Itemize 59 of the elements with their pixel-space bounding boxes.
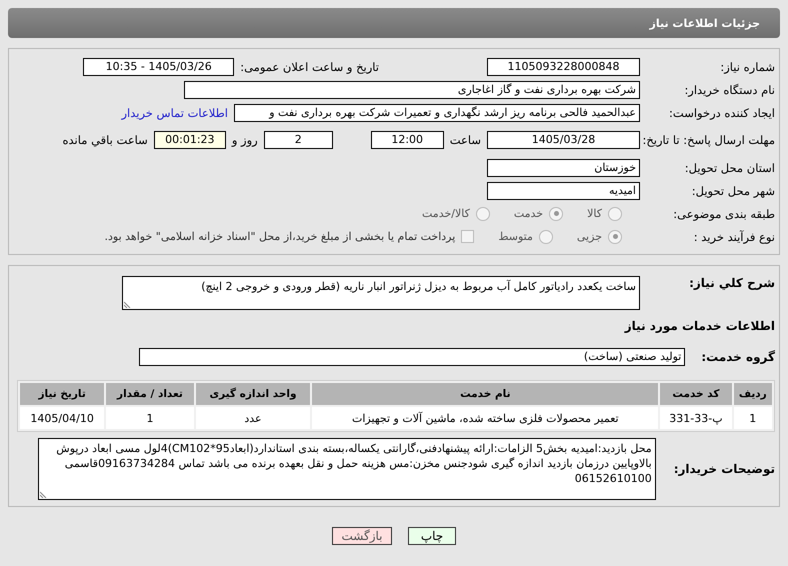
table-cell: عدد	[196, 407, 310, 429]
field-label: روز و	[232, 133, 258, 147]
radio-button[interactable]	[608, 206, 622, 220]
table-cell: 1	[734, 407, 772, 429]
field-label: ایجاد کننده درخواست:	[668, 106, 775, 120]
field-label: ساعت	[450, 133, 481, 147]
field-label: مهلت ارسال پاسخ: تا تاریخ:	[641, 133, 775, 147]
province-field: خوزستان	[487, 158, 640, 176]
field-label: شرح کلي نیاز:	[688, 276, 775, 290]
option-label: متوسط	[498, 230, 533, 243]
radio-button[interactable]	[549, 206, 564, 220]
need-number-field: 1105093228000848	[487, 58, 640, 76]
treasury-note: پرداخت تمام یا بخشی از مبلغ خرید،از محل "اسناد خزانه اسلامی" خواهد بود.	[104, 230, 456, 243]
field-label: شماره نیاز:	[719, 60, 775, 74]
column-header: تاریخ نیاز	[20, 383, 104, 405]
buyer-notes-field: محل بازدید:امیدیه بخش5 الزامات:ارائه پیشنهادفنی،گارانتی یکساله،بسته بندی استاندارد(ابعاد95*CM102)4لول مسی ابعاد درپوش بالاوپایین درزمان بازدید اندازه گیری شودجنس مخزن:مس هزینه حمل و نقل بعهده برنده می باشد تماس 09163734284قاسمی 06152610100	[38, 438, 656, 500]
field-label: نوع فرآیند خرید :	[692, 230, 775, 244]
field-label: گروه خدمت:	[701, 350, 775, 364]
announce-date-field: 1405/03/26 - 10:35	[83, 58, 234, 76]
remaining-time-field: 00:01:23	[154, 131, 226, 149]
field-label: طبقه بندی موضوعی:	[672, 206, 775, 220]
service-group-field: تولید صنعتی (ساخت)	[139, 348, 686, 366]
radio-button[interactable]	[538, 230, 553, 244]
description-field: ساخت یکعدد رادیاتور کامل آب مربوط به دیزل ژنراتور انبار ناریه (قطر ورودی و خروجی 2 اینچ)	[122, 276, 640, 310]
days-field: 2	[264, 131, 333, 149]
back-button[interactable]: بازگشت	[332, 527, 392, 545]
field-label: نام دستگاه خریدار:	[683, 82, 775, 96]
buyer-org-field: شرکت بهره برداری نفت و گاز اغاجاری	[184, 80, 640, 98]
field-label: شهر محل تحویل:	[690, 184, 775, 198]
option-label: کالا/خدمت	[422, 207, 470, 220]
option-label: کالا	[587, 207, 602, 220]
option-label: جزیی	[576, 230, 602, 243]
deadline-date-field: 1405/03/28	[487, 131, 640, 149]
table-cell: تعمیر محصولات فلزی ساخته شده، ماشین آلات و تجهیزات	[312, 407, 658, 429]
radio-button[interactable]	[476, 206, 490, 220]
requester-field: عبدالحمید فالحی برنامه ریز ارشد نگهداری و تعمیرات شرکت بهره برداری نفت و	[234, 104, 640, 122]
page-title: جزئیات اطلاعات نیاز	[650, 16, 760, 30]
field-label: استان محل تحویل:	[684, 160, 775, 174]
column-header: واحد اندازه گیری	[196, 383, 310, 405]
table-cell: پ-33-331	[660, 407, 732, 429]
contact-link[interactable]: اطلاعات تماس خریدار	[121, 106, 228, 120]
field-label: توضیحات خریدار:	[674, 462, 775, 476]
radio-button[interactable]	[608, 230, 622, 244]
column-header: کد خدمت	[660, 383, 732, 405]
column-header: ردیف	[734, 383, 772, 405]
field-label: ساعت باقي مانده	[62, 133, 148, 147]
checkbox[interactable]	[461, 230, 474, 243]
resize-grip-icon[interactable]	[124, 301, 131, 308]
column-header: نام خدمت	[312, 383, 658, 405]
city-field: امیدیه	[487, 182, 640, 200]
resize-grip-icon[interactable]	[40, 491, 47, 498]
table-cell: 1	[106, 407, 194, 429]
field-label: تاریخ و ساعت اعلان عمومی:	[240, 60, 379, 74]
print-button[interactable]: چاپ	[408, 527, 456, 545]
section-title: اطلاعات خدمات مورد نیاز	[624, 318, 775, 332]
column-header: تعداد / مقدار	[106, 383, 194, 405]
deadline-time-field: 12:00	[370, 131, 444, 149]
option-label: خدمت	[514, 207, 544, 220]
table-cell: 1405/04/10	[20, 407, 104, 429]
